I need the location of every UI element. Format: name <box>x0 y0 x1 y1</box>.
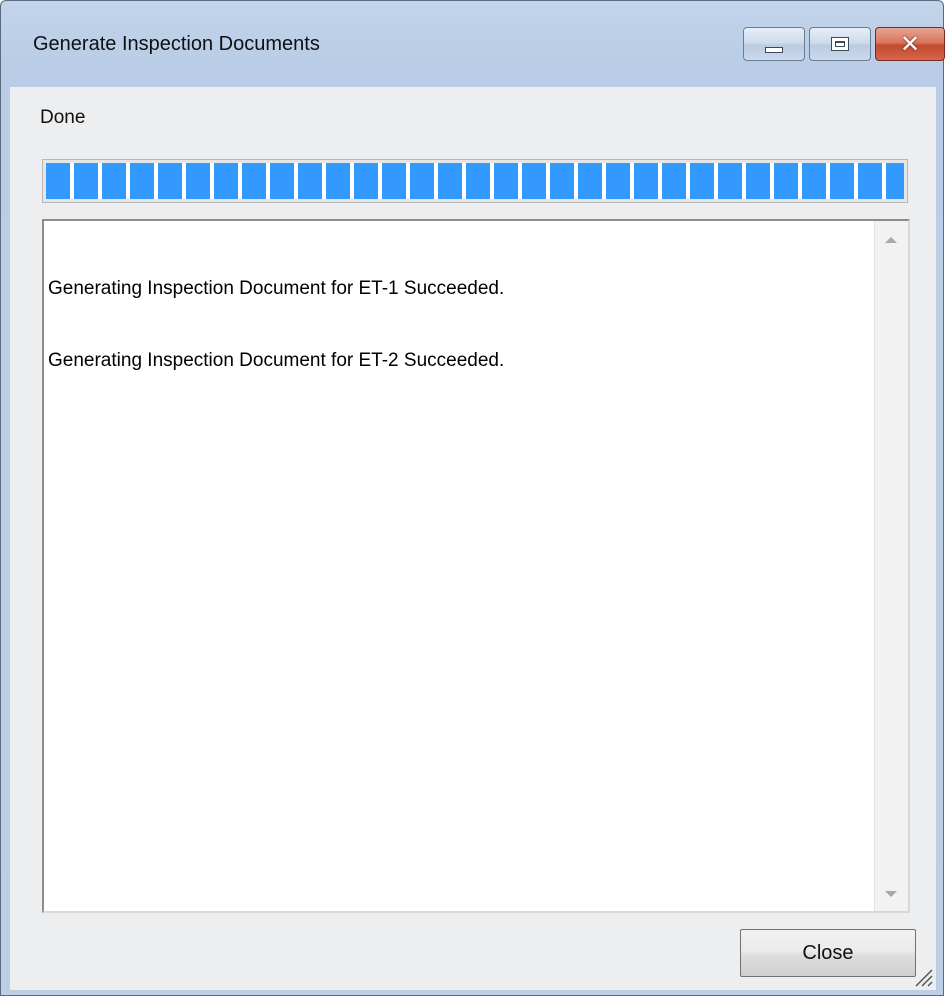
title-bar[interactable]: Generate Inspection Documents ✕ <box>1 1 945 87</box>
log-textbox[interactable]: Generating Inspection Document for ET-1 … <box>42 219 910 913</box>
minimize-icon <box>765 47 783 53</box>
scroll-down-arrow-icon[interactable] <box>885 891 897 897</box>
status-label: Done <box>40 107 86 128</box>
window-title: Generate Inspection Documents <box>33 33 320 55</box>
log-lines: Generating Inspection Document for ET-1 … <box>48 229 868 421</box>
log-line: Generating Inspection Document for ET-2 … <box>48 350 505 371</box>
resize-grip-icon[interactable] <box>912 966 934 988</box>
close-button[interactable]: Close <box>740 929 916 977</box>
progress-track <box>46 163 904 199</box>
progress-fill <box>46 163 904 199</box>
log-line: Generating Inspection Document for ET-1 … <box>48 278 505 299</box>
progress-bar <box>42 159 908 203</box>
caption-buttons: ✕ <box>743 27 945 63</box>
close-window-button[interactable]: ✕ <box>875 27 945 61</box>
dialog-content: Done Generating Inspection Document for … <box>10 87 936 990</box>
dialog-window: Generate Inspection Documents ✕ Done Gen… <box>0 0 945 996</box>
maximize-button[interactable] <box>809 27 871 61</box>
minimize-button[interactable] <box>743 27 805 61</box>
maximize-icon <box>831 37 849 51</box>
close-icon: ✕ <box>899 30 921 58</box>
scroll-up-arrow-icon[interactable] <box>885 237 897 243</box>
vertical-scrollbar[interactable] <box>874 221 908 911</box>
